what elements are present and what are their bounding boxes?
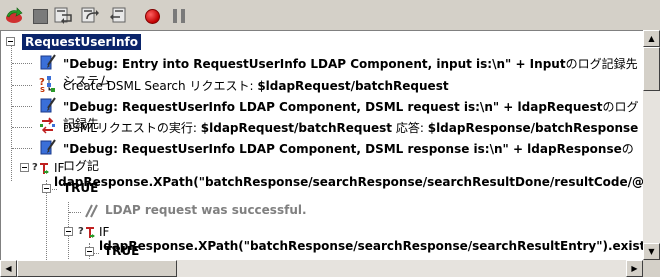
vertical-scrollbar[interactable]: ▲ ▼ (643, 30, 660, 260)
tree-row-1[interactable]: Create DSML Search リクエスト: $ldapRequest/b… (63, 77, 449, 94)
tree-row-3[interactable]: DSMLリクエストの実行: $ldapRequest/batchRequest … (63, 119, 638, 136)
tree-row-9[interactable]: TRUE (104, 244, 139, 258)
svg-text:?: ? (78, 226, 84, 237)
svg-text:S: S (40, 86, 45, 93)
step-over-icon[interactable] (80, 5, 102, 27)
step-into-icon[interactable] (53, 5, 75, 27)
tree-row-8[interactable]: IF ldapResponse.XPath("batchResponse/sea… (99, 225, 643, 253)
horizontal-scroll-thumb[interactable] (17, 260, 177, 277)
trace-icon (39, 96, 57, 114)
scrollbar-corner (643, 260, 660, 277)
execute-dsml-icon (39, 117, 57, 135)
trace-icon (39, 138, 57, 156)
step-out-icon[interactable] (107, 5, 129, 27)
pause-icon[interactable] (168, 5, 190, 27)
trace-icon (39, 53, 57, 71)
process-tree: RequestUserInfo "Debug: Entry into Reque… (0, 30, 643, 260)
scroll-up-icon[interactable]: ▲ (643, 30, 660, 47)
tree-root-label[interactable]: RequestUserInfo (22, 34, 141, 50)
create-dsml-icon: ? S (39, 75, 57, 94)
true-collapse-toggle[interactable] (42, 184, 51, 193)
tree-row-6[interactable]: TRUE (63, 181, 98, 195)
nested-true-collapse-toggle[interactable] (85, 247, 94, 256)
comment-icon (83, 202, 101, 220)
if-collapse-toggle[interactable] (20, 163, 29, 172)
refresh-icon[interactable] (3, 5, 25, 27)
svg-text:?: ? (32, 162, 38, 173)
scroll-down-icon[interactable]: ▼ (643, 243, 660, 260)
if-icon: ? (78, 223, 96, 241)
breakpoint-icon[interactable] (141, 5, 163, 27)
tree-row-7[interactable]: LDAP request was successful. (105, 203, 307, 217)
horizontal-scrollbar[interactable]: ◀ ▶ (0, 260, 643, 277)
if-icon: ? (32, 159, 50, 177)
vertical-scroll-thumb[interactable] (643, 47, 660, 91)
tree-row-5[interactable]: IF ldapResponse.XPath("batchResponse/sea… (54, 161, 643, 189)
root-collapse-toggle[interactable] (6, 37, 15, 46)
toolbar (0, 0, 660, 30)
nested-if-collapse-toggle[interactable] (64, 227, 73, 236)
scroll-right-icon[interactable]: ▶ (626, 260, 643, 277)
tree-guide-line (11, 45, 12, 181)
scroll-left-icon[interactable]: ◀ (0, 260, 17, 277)
stop-icon[interactable] (29, 5, 51, 27)
